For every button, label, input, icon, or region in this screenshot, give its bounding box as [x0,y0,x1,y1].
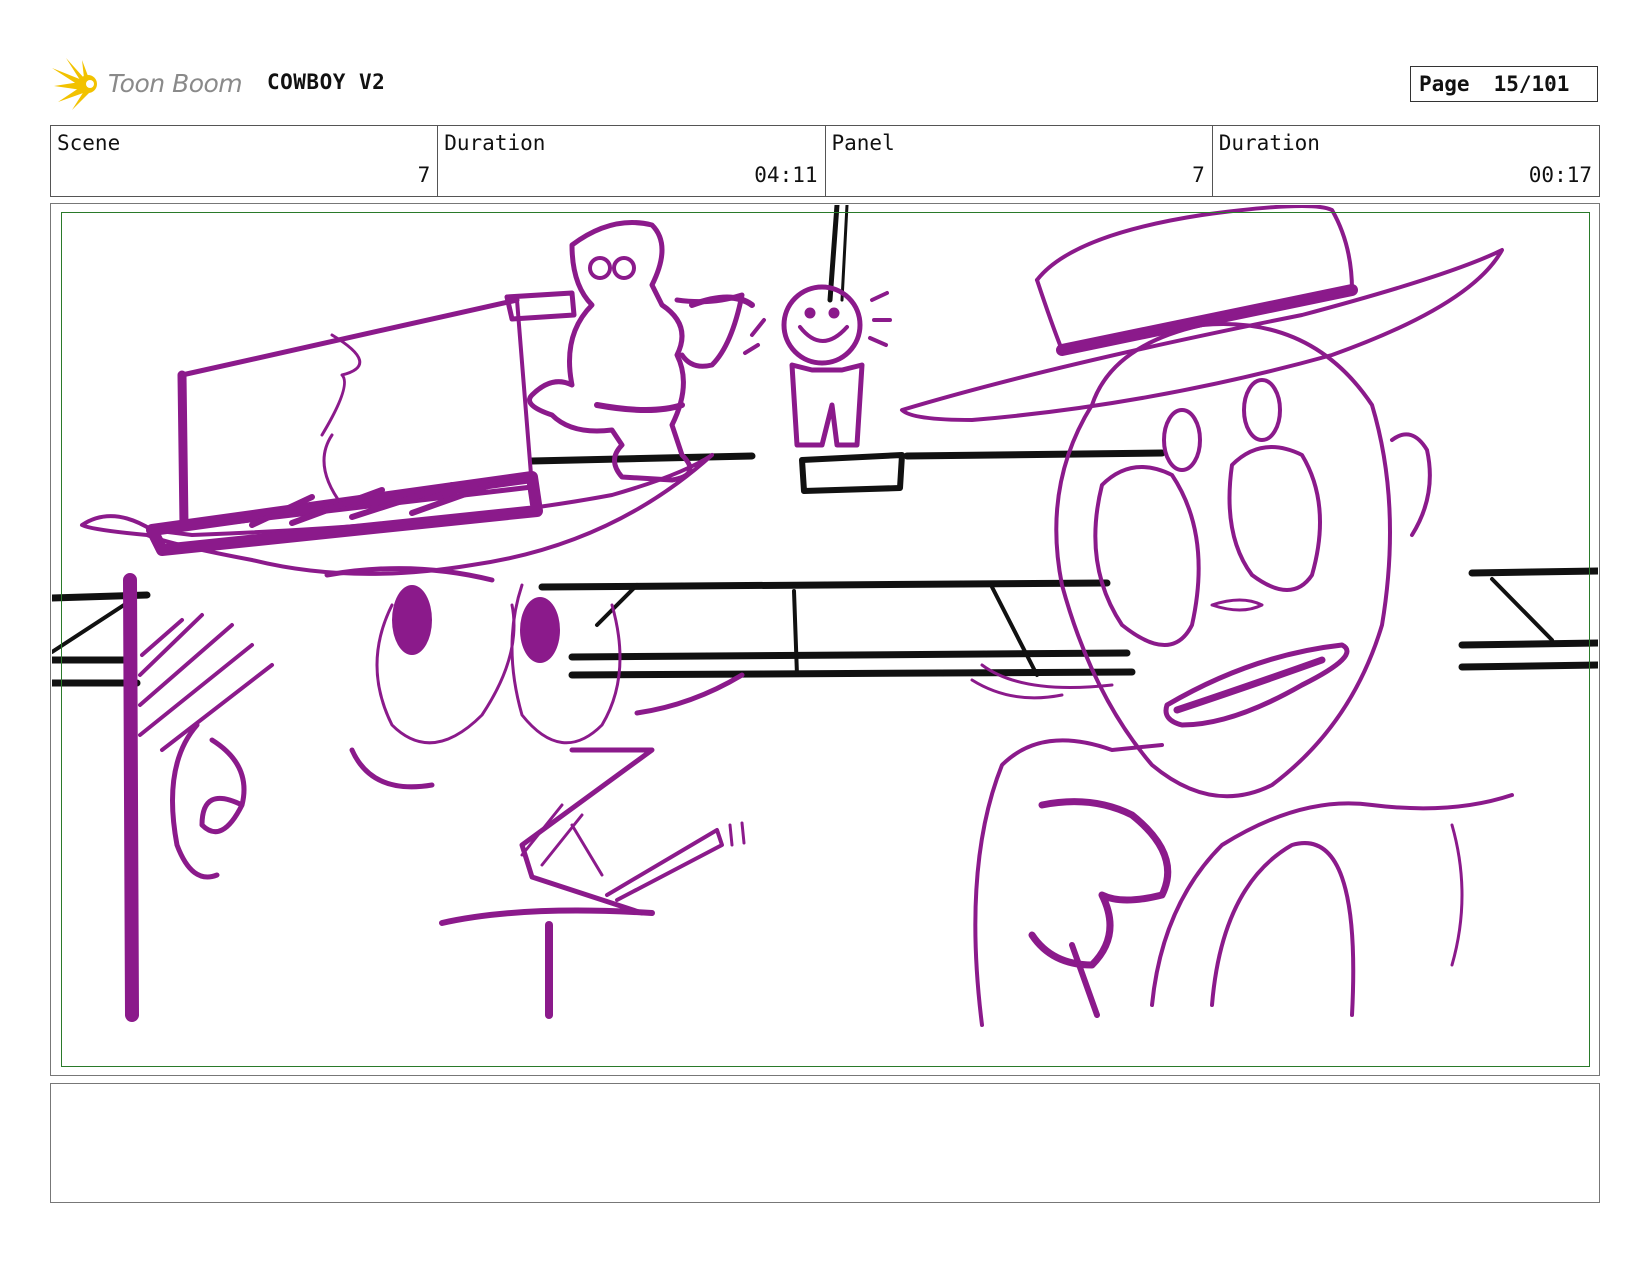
panel-duration-value: 00:17 [1528,163,1592,187]
toon-boom-logo: Toon Boom [52,58,252,110]
panel-cell: Panel 7 [826,126,1213,196]
panel-value: 7 [1192,163,1205,187]
scene-value: 7 [417,163,431,187]
safe-area-frame [61,212,1590,1067]
scene-duration-label: Duration [444,131,546,155]
project-title: COWBOY V2 [267,70,386,94]
scene-cell: Scene 7 [51,126,439,196]
panel-notes-box[interactable] [50,1083,1600,1203]
scene-label: Scene [57,131,121,155]
page-indicator: Page 15/101 [1410,66,1598,102]
panel-duration-label: Duration [1218,131,1320,155]
page-label: Page [1419,72,1470,96]
panel-label: Panel [831,131,895,155]
scene-info-row: Scene 7 Duration 04:11 Panel 7 Duration … [50,125,1600,197]
sun-burst-icon [52,58,97,110]
scene-duration-cell: Duration 04:11 [438,126,826,196]
scene-duration-value: 04:11 [754,163,818,187]
page-number: 15/101 [1493,72,1570,96]
logo-text: Toon Boom [108,69,243,98]
panel-duration-cell: Duration 00:17 [1213,126,1599,196]
